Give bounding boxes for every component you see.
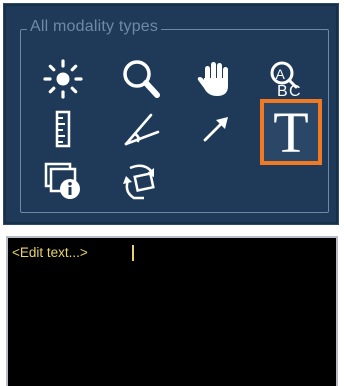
image-info-icon [44, 162, 80, 199]
brightness-contrast-button[interactable] [38, 54, 88, 104]
text-editor[interactable]: <Edit text...> [6, 236, 338, 386]
svg-text:A: A [276, 66, 286, 82]
tool-group-title: All modality types [27, 16, 162, 38]
angle-button[interactable] [116, 104, 166, 154]
image-info-button[interactable] [38, 156, 88, 206]
editor-placeholder-text: <Edit text...> [12, 245, 88, 260]
text-annotation-button[interactable]: T [260, 99, 322, 165]
abc-check-icon: A B C [270, 61, 301, 100]
hand-icon [197, 62, 228, 96]
ruler-button[interactable] [38, 104, 88, 154]
rotate-flip-button[interactable] [116, 156, 166, 206]
angle-icon [124, 113, 160, 146]
rotate-icon [123, 164, 155, 200]
text-t-icon: T [273, 100, 309, 165]
arrow-icon [203, 117, 228, 142]
zoom-button[interactable] [116, 54, 166, 104]
arrow-button[interactable] [190, 104, 240, 154]
pan-button[interactable] [190, 54, 240, 104]
ruler-icon [55, 110, 71, 148]
text-cursor [132, 245, 134, 261]
svg-text:B: B [277, 83, 288, 100]
sun-icon [43, 59, 83, 99]
spell-check-button[interactable]: A B C [262, 54, 312, 104]
magnifier-icon [123, 60, 160, 98]
tool-panel: All modality types A B C T [3, 3, 339, 225]
